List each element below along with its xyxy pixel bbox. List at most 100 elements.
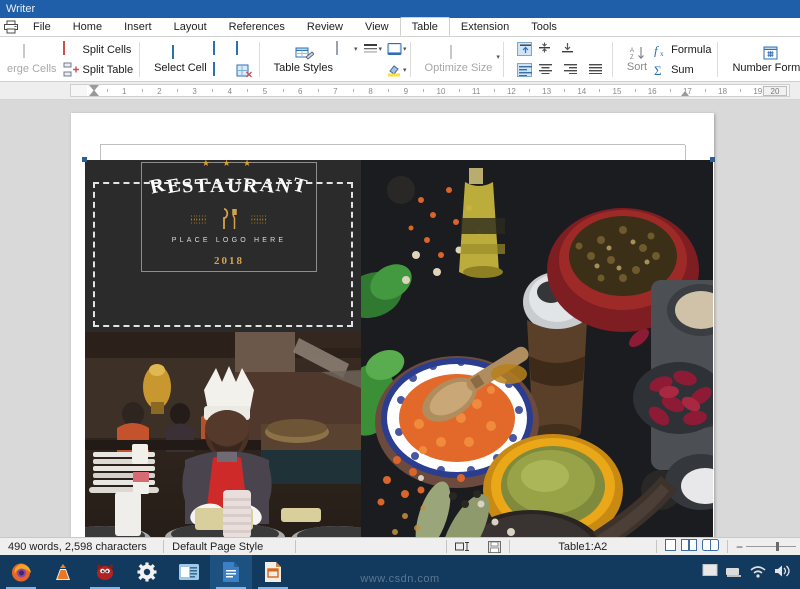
menu-item-tools[interactable]: Tools: [520, 17, 568, 36]
menu-item-label: Tools: [531, 18, 557, 36]
window-title: Writer: [6, 3, 35, 15]
ruler-number: 12: [507, 86, 516, 97]
table-cell-status[interactable]: Table1:A2: [509, 538, 656, 556]
menu-item-view[interactable]: View: [354, 17, 400, 36]
border-style-icon[interactable]: [363, 42, 378, 56]
divider: [139, 42, 140, 77]
ruler-tick: [740, 89, 741, 92]
menu-item-label: Extension: [461, 18, 509, 36]
word-count-status[interactable]: 490 words, 2,598 characters: [0, 538, 163, 556]
ruler-number: 3: [192, 86, 196, 97]
highlight-color-icon[interactable]: [387, 63, 402, 77]
ribbon-group-number-format: Number Format 0,0 %: [725, 37, 800, 82]
sort-label: Sort: [627, 61, 647, 73]
split-cells-button[interactable]: Split Cells: [60, 40, 137, 60]
zoom-knob[interactable]: [776, 542, 779, 551]
ruler-number: 13: [542, 86, 551, 97]
page-style-status[interactable]: Default Page Style: [164, 538, 295, 556]
border-style-dropdown-icon[interactable]: ▾: [379, 45, 383, 53]
align-middle-icon[interactable]: [538, 42, 553, 56]
ruler-number: 16: [648, 86, 657, 97]
ruler-number: 6: [298, 86, 302, 97]
horizontal-ruler[interactable]: 12345678910111213141516171819 20: [70, 84, 790, 97]
optimize-size-button[interactable]: Optimize Size: [422, 37, 496, 82]
align-justify-icon[interactable]: [589, 63, 604, 77]
menu-item-label: File: [33, 18, 51, 36]
document-page[interactable]: ★ ★ ★ RESTAURANT ∷∷∷∷∷∷: [71, 113, 714, 537]
align-center-icon[interactable]: [539, 63, 554, 77]
ruler-tab-box[interactable]: 20: [763, 86, 787, 96]
insert-row-icon[interactable]: [213, 42, 230, 57]
selection-handle-tr[interactable]: [710, 157, 715, 162]
menu-item-insert[interactable]: Insert: [113, 17, 163, 36]
menu-item-review[interactable]: Review: [296, 17, 354, 36]
delete-column-icon[interactable]: [236, 63, 253, 78]
ruler-number: 1: [122, 86, 126, 97]
ruler-tick: [529, 89, 530, 92]
ruler-number: 11: [472, 86, 480, 97]
table-cell-chef-photo[interactable]: [85, 332, 361, 537]
highlight-dropdown-icon[interactable]: ▾: [403, 66, 407, 74]
number-format-icon: [762, 46, 779, 61]
ribbon-group-select: Select Cell: [147, 37, 267, 82]
sum-button[interactable]: Σ Sum: [650, 60, 714, 80]
table-cell-logo[interactable]: ★ ★ ★ RESTAURANT ∷∷∷∷∷∷: [85, 160, 361, 332]
select-cell-button[interactable]: Select Cell: [151, 37, 210, 82]
book-view-icon[interactable]: [702, 539, 719, 554]
sort-button[interactable]: A Z Sort: [624, 37, 650, 82]
divider: [612, 42, 613, 77]
menu-item-table[interactable]: Table: [400, 17, 450, 36]
optimize-size-label: Optimize Size: [425, 62, 493, 74]
delete-row-icon[interactable]: [213, 63, 230, 78]
single-page-view-icon[interactable]: [665, 539, 676, 554]
zoom-out-icon[interactable]: −: [736, 542, 743, 552]
align-bottom-icon[interactable]: [561, 42, 576, 56]
menu-item-file[interactable]: File: [22, 17, 62, 36]
divider: [410, 42, 411, 77]
table-cell-food-photo[interactable]: [361, 160, 713, 537]
quick-access-print-icon[interactable]: [0, 17, 22, 36]
document-canvas[interactable]: ★ ★ ★ RESTAURANT ∷∷∷∷∷∷: [0, 100, 800, 537]
right-indent-marker[interactable]: [681, 91, 689, 96]
insert-column-icon[interactable]: [236, 42, 253, 57]
save-status-icon[interactable]: [480, 538, 509, 556]
view-layout-buttons: [657, 538, 727, 556]
table-styles-icon: [295, 46, 312, 61]
ruler-number: 5: [263, 86, 267, 97]
align-right-icon[interactable]: [564, 63, 579, 77]
left-indent-marker[interactable]: [89, 90, 99, 96]
table-styles-button[interactable]: Table Styles: [271, 37, 336, 82]
multi-page-view-icon[interactable]: [681, 539, 697, 554]
menu-item-references[interactable]: References: [218, 17, 296, 36]
menu-item-home[interactable]: Home: [62, 17, 113, 36]
merge-cells-button[interactable]: erge Cells: [4, 37, 60, 82]
borders-dropdown-icon[interactable]: ▾: [354, 45, 358, 53]
zoom-track[interactable]: [746, 546, 796, 547]
logo-stars: ★ ★ ★: [142, 160, 316, 169]
background-dropdown-icon[interactable]: ▾: [403, 45, 407, 53]
image-table[interactable]: ★ ★ ★ RESTAURANT ∷∷∷∷∷∷: [85, 160, 713, 537]
background-color-icon[interactable]: [387, 42, 402, 56]
menu-bar: File HomeInsertLayoutReferencesReviewView…: [0, 18, 800, 37]
align-left-icon[interactable]: [517, 63, 532, 77]
align-top-icon[interactable]: [517, 42, 532, 56]
ruler-bar: 12345678910111213141516171819 20: [0, 82, 800, 100]
language-status[interactable]: [296, 538, 446, 556]
menu-item-layout[interactable]: Layout: [163, 17, 218, 36]
ruler-tick: [247, 89, 248, 92]
table-styles-label: Table Styles: [274, 62, 333, 74]
ribbon-group-table-styles: Table Styles ▾ ▾: [267, 37, 418, 82]
menu-item-extension[interactable]: Extension: [450, 17, 520, 36]
food-photo: [361, 160, 713, 537]
zoom-slider[interactable]: −: [728, 538, 800, 556]
split-table-button[interactable]: Split Table: [60, 60, 137, 80]
ruler-number: 7: [333, 86, 337, 97]
formula-button[interactable]: f x Formula: [650, 40, 714, 60]
borders-icon[interactable]: [336, 42, 353, 57]
selection-handle-tl[interactable]: [82, 157, 87, 162]
optimize-size-dropdown-icon[interactable]: ▾: [496, 53, 500, 61]
ruler-number: 2: [157, 86, 161, 97]
number-format-button[interactable]: Number Format: [729, 37, 800, 82]
insert-mode-icon[interactable]: [447, 538, 480, 556]
ruler-tick: [670, 89, 671, 92]
